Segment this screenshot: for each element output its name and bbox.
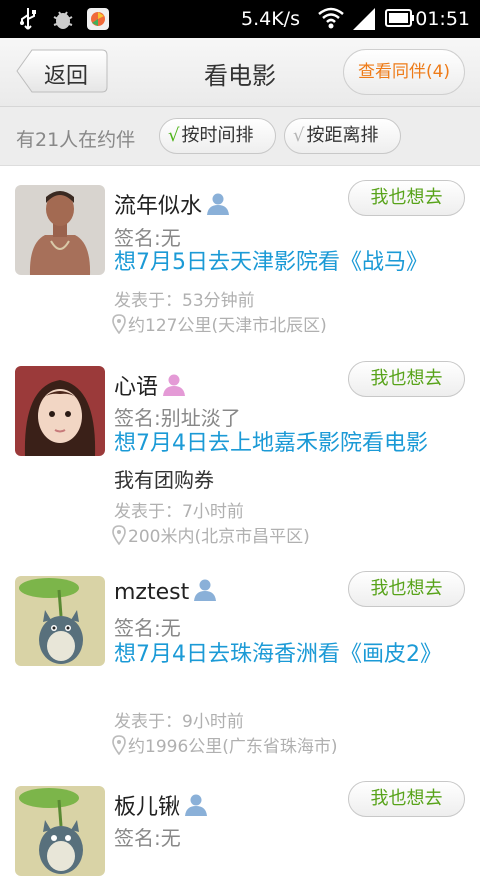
location-text: 约1996公里(广东省珠海市) [128,737,338,757]
plan-text[interactable]: 想7月4日去珠海香洲看《画皮2》 [114,638,442,671]
user-name-text: mztest [114,580,190,605]
battery-icon [385,9,414,27]
want-to-go-button[interactable]: 我也想去 [348,571,465,607]
location-text: 约127公里(天津市北辰区) [128,316,327,336]
avatar[interactable] [15,786,105,876]
avatar-photo [15,366,105,456]
check-icon: √ [168,125,180,146]
debug-icon [53,11,73,29]
signature: 签名:无 [114,226,181,250]
signature: 签名:无 [114,616,181,640]
female-user-icon [163,374,186,396]
usb-icon [20,8,36,30]
avatar[interactable] [15,185,105,275]
user-name[interactable]: 心语 [114,369,186,401]
filter-bar: 有21人在约伴 √ 按时间排 √ 按距离排 [0,107,480,166]
posted-time: 发表于：7小时前 [114,502,244,522]
title-bar: 返回 看电影 查看同伴(4) [0,38,480,107]
participant-count: 有21人在约伴 [16,129,136,151]
status-bar: 5.4K/s 01:51 [0,0,480,38]
extra-note: 我有团购券 [114,468,214,492]
avatar[interactable] [15,366,105,456]
sort-by-distance-label: 按距离排 [306,125,379,146]
avatar-photo [15,786,105,876]
user-name-text: 板儿锹 [114,795,181,820]
avatar-photo [15,185,105,275]
location-text: 200米内(北京市昌平区) [128,527,310,547]
male-user-icon [194,579,217,601]
avatar-photo [15,576,105,666]
network-speed: 5.4K/s [241,8,300,30]
sort-by-distance-button[interactable]: √ 按距离排 [284,118,401,154]
list-item[interactable]: 板儿锹 我也想去 签名:无 [0,776,480,876]
list-item[interactable]: mztest 我也想去 签名:无 想7月4日去珠海香洲看《画皮2》 发表于：9小… [0,566,480,776]
clock: 01:51 [415,8,470,30]
view-companions-button[interactable]: 查看同伴(4) [343,49,465,95]
posted-time: 发表于：9小时前 [114,712,244,732]
location: 约1996公里(广东省珠海市) [112,732,338,757]
check-icon: √ [293,125,305,146]
want-to-go-button[interactable]: 我也想去 [348,781,465,817]
avatar[interactable] [15,576,105,666]
location-pin-icon [112,735,126,755]
male-user-icon [185,794,208,816]
wifi-icon [318,7,344,29]
location: 200米内(北京市昌平区) [112,522,310,547]
want-to-go-button[interactable]: 我也想去 [348,361,465,397]
plan-text[interactable]: 想7月4日去上地嘉禾影院看电影 [114,429,464,459]
sort-by-time-button[interactable]: √ 按时间排 [159,118,276,154]
location-pin-icon [112,525,126,545]
signal-icon [353,8,375,30]
user-name[interactable]: 流年似水 [114,188,230,220]
user-name-text: 心语 [114,375,159,400]
plan-text[interactable]: 想7月5日去天津影院看《战马》 [114,248,464,278]
list-item[interactable]: 流年似水 我也想去 签名:无 想7月5日去天津影院看《战马》 发表于：53分钟前… [0,166,480,356]
location-pin-icon [112,314,126,334]
user-name[interactable]: mztest [114,579,217,605]
male-user-icon [207,193,230,215]
signature: 签名:无 [114,826,181,850]
posted-time: 发表于：53分钟前 [114,291,255,311]
want-to-go-button[interactable]: 我也想去 [348,180,465,216]
user-name[interactable]: 板儿锹 [114,789,208,821]
sort-by-time-label: 按时间排 [181,125,254,146]
user-name-text: 流年似水 [114,194,203,219]
list-item[interactable]: 心语 我也想去 签名:别址淡了 想7月4日去上地嘉禾影院看电影 我有团购券 发表… [0,356,480,566]
app-icon [87,8,109,30]
location: 约127公里(天津市北辰区) [112,311,327,336]
signature: 签名:别址淡了 [114,406,241,430]
